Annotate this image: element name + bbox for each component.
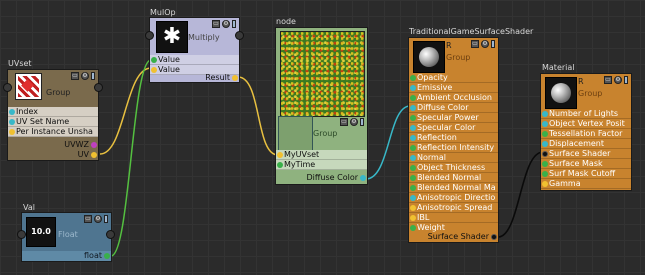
node-output-diffuse[interactable]: Diffuse Color [276, 173, 367, 183]
tgss-input-specpower[interactable]: Specular Power [409, 113, 498, 123]
multiply-icon: ✱ [156, 21, 188, 53]
val-port-in[interactable] [17, 230, 26, 239]
uvset-input-index[interactable]: Index [8, 107, 98, 117]
tgss-input-reflection[interactable]: Reflection [409, 133, 498, 143]
mulop-port-out[interactable] [235, 31, 244, 40]
wire-float-to-mulop[interactable] [110, 59, 152, 257]
tgss-input-ao[interactable]: Ambient Occlusion [409, 93, 498, 103]
material-input-gamma[interactable]: Gamma [541, 179, 631, 189]
tgss-input-speccolor[interactable]: Specular Color [409, 123, 498, 133]
collapse-icon[interactable]: ▭ [84, 215, 92, 223]
uvset-output-uv[interactable]: UV [8, 150, 98, 160]
val-node[interactable]: 10.0 ▭ ⚙ Float float [21, 212, 112, 262]
texture-node[interactable]: ▭ ⚙ Group MyUVset MyTime Diffuse Color [275, 27, 368, 185]
mulop-node[interactable]: ✱ ▭ ⚙ Multiply Value Value Result [149, 17, 240, 83]
material-title: Material [542, 63, 575, 72]
uvset-node[interactable]: ▭ ⚙ Group Index UV Set Name Per Instance… [7, 69, 99, 161]
uvset-port-out[interactable] [94, 83, 103, 92]
material-preview [545, 77, 577, 109]
tgss-input-normal[interactable]: Normal [409, 153, 498, 163]
node-input-mytime[interactable]: MyTime [276, 160, 367, 170]
uvset-input-perinstance[interactable]: Per Instance Unsha [8, 127, 98, 137]
uvset-output-uvwz[interactable]: UVWZ [8, 140, 98, 150]
wire-surface-to-material[interactable] [497, 151, 544, 238]
wire-uv-to-mulop[interactable] [99, 67, 152, 155]
tgss-input-diffuse[interactable]: Diffuse Color [409, 103, 498, 113]
settings-icon[interactable]: ⚙ [94, 215, 102, 223]
uvset-input-uvsetname[interactable]: UV Set Name [8, 117, 98, 127]
collapse-icon[interactable]: ▭ [340, 118, 348, 126]
texture-thumbnail [278, 116, 313, 151]
tgss-r-label: R [446, 41, 452, 50]
tgss-input-opacity[interactable]: Opacity [409, 73, 498, 83]
val-port-out[interactable] [106, 230, 115, 239]
settings-icon[interactable]: ⚙ [614, 76, 622, 84]
info-icon[interactable] [624, 76, 628, 84]
info-icon[interactable] [104, 215, 108, 223]
tgss-output-surfaceshader[interactable]: Surface Shader [409, 232, 498, 242]
shader-preview [413, 41, 445, 73]
info-icon[interactable] [491, 40, 495, 48]
node-input-myuvset[interactable]: MyUVset [276, 150, 367, 160]
tgss-input-thickness[interactable]: Object Thickness [409, 163, 498, 173]
mulop-input-value-1[interactable]: Value [150, 55, 239, 65]
texture-preview [280, 31, 365, 117]
material-input-vertexpos[interactable]: Object Vertex Posit [541, 119, 631, 129]
info-icon[interactable] [360, 118, 364, 126]
tgss-input-ibl[interactable]: IBL [409, 213, 498, 223]
material-node[interactable]: R ▭ ⚙ Group Number of Lights Object Vert… [540, 73, 632, 191]
tgss-title: TraditionalGameSurfaceShader [409, 27, 534, 36]
info-icon[interactable] [232, 20, 236, 28]
wire-diffuse-to-tgss[interactable] [365, 105, 411, 180]
material-group-label: Group [578, 89, 603, 98]
tgss-input-anisospread[interactable]: Anisotropic Spread [409, 203, 498, 213]
settings-icon[interactable]: ⚙ [350, 118, 358, 126]
wire-result-to-node[interactable] [237, 76, 279, 156]
tgss-input-anisodir[interactable]: Anisotropic Directio [409, 193, 498, 203]
collapse-icon[interactable]: ▭ [212, 20, 220, 28]
material-input-surfaceshader[interactable]: Surface Shader [541, 149, 631, 159]
tgss-group-label: Group [446, 53, 471, 62]
collapse-icon[interactable]: ▭ [604, 76, 612, 84]
material-input-tessellation[interactable]: Tessellation Factor [541, 129, 631, 139]
settings-icon[interactable]: ⚙ [81, 72, 89, 80]
collapse-icon[interactable]: ▭ [471, 40, 479, 48]
collapse-icon[interactable]: ▭ [71, 72, 79, 80]
val-output-float[interactable]: float [22, 251, 111, 261]
val-title: Val [23, 203, 35, 212]
float-value-preview: 10.0 [26, 217, 56, 247]
val-label: Float [58, 230, 78, 239]
mulop-output-result[interactable]: Result [150, 73, 239, 83]
tgss-input-reflintensity[interactable]: Reflection Intensity [409, 143, 498, 153]
mulop-title: MulOp [150, 8, 176, 17]
node-group-label: Group [313, 129, 338, 138]
uvset-preview [15, 73, 42, 100]
tgss-input-blendednormal[interactable]: Blended Normal [409, 173, 498, 183]
material-r-label: R [578, 77, 584, 86]
settings-icon[interactable]: ⚙ [481, 40, 489, 48]
mulop-label: Multiply [188, 33, 220, 42]
tgss-input-blendednormalma[interactable]: Blended Normal Ma [409, 183, 498, 193]
uvset-title: UVset [8, 59, 32, 68]
mulop-port-in[interactable] [145, 31, 154, 40]
uvset-port-in[interactable] [3, 83, 12, 92]
surface-shader-node[interactable]: R ▭ ⚙ Group Opacity Emissive Ambient Occ… [408, 37, 499, 243]
tgss-input-emissive[interactable]: Emissive [409, 83, 498, 93]
settings-icon[interactable]: ⚙ [222, 20, 230, 28]
material-input-maskcutoff[interactable]: Surf Mask Cutoff [541, 169, 631, 179]
material-input-numlights[interactable]: Number of Lights [541, 109, 631, 119]
uvset-group-label: Group [46, 88, 71, 97]
material-input-displacement[interactable]: Displacement [541, 139, 631, 149]
info-icon[interactable] [91, 72, 95, 80]
node-title: node [276, 17, 296, 26]
material-input-surfacemask[interactable]: Surface Mask [541, 159, 631, 169]
